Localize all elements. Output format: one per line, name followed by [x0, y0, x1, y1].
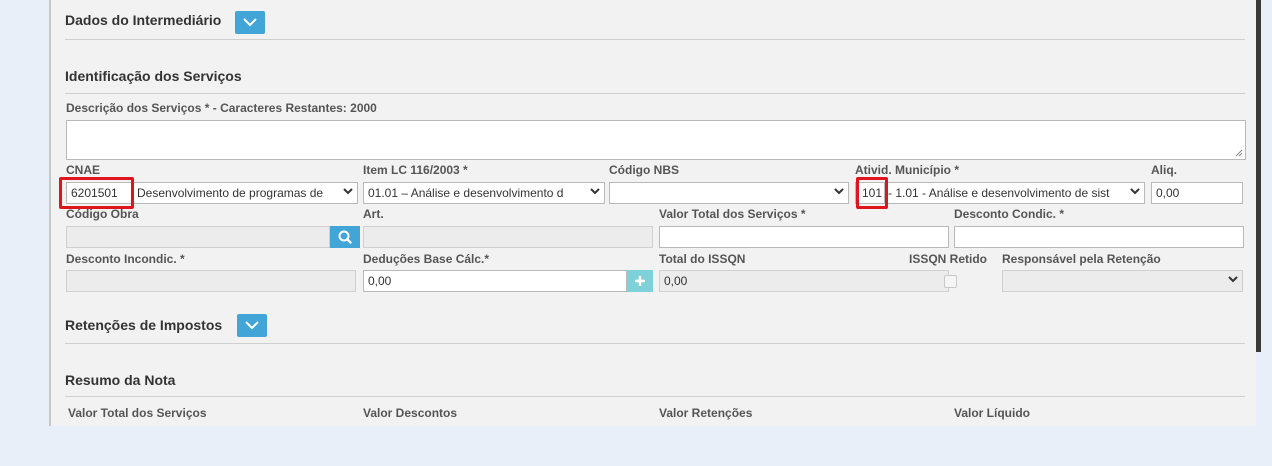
search-icon [338, 230, 352, 244]
cnae-select[interactable]: Desenvolvimento de programas de [132, 182, 358, 204]
resumo-col-descontos: Valor Descontos [363, 406, 458, 420]
panel-border [49, 0, 51, 426]
section-title-intermediario: Dados do Intermediário [65, 12, 222, 28]
deducoes-input[interactable]: 0,00 [363, 270, 627, 292]
item-lc-label: Item LC 116/2003 * [363, 163, 468, 177]
divider [65, 396, 1245, 397]
art-label: Art. [363, 207, 384, 221]
obra-label: Código Obra [66, 207, 139, 221]
resumo-col-liquido: Valor Líquido [954, 406, 1031, 420]
descricao-textarea[interactable] [66, 120, 1246, 160]
chevron-down-icon [834, 188, 844, 195]
total-issqn-label: Total do ISSQN [659, 252, 746, 266]
cnae-label: CNAE [66, 163, 101, 177]
add-deducao-button[interactable] [627, 270, 653, 292]
ativid-label: Ativid. Município * [855, 163, 959, 177]
toggle-retencoes-button[interactable] [237, 314, 267, 337]
divider [65, 93, 1245, 94]
divider [65, 343, 1245, 344]
ativid-highlight-box [856, 177, 888, 209]
aliq-label: Aliq. [1151, 163, 1177, 177]
nbs-select[interactable] [609, 182, 849, 204]
cnae-select-value: Desenvolvimento de programas de [137, 186, 324, 200]
plus-icon [635, 276, 645, 286]
descricao-label: Descrição dos Serviços * - Caracteres Re… [66, 101, 377, 115]
nbs-label: Código NBS [609, 163, 679, 177]
resumo-col-valor-total: Valor Total dos Serviços [68, 406, 207, 420]
cnae-highlight-box [59, 177, 134, 209]
chevron-down-icon [590, 188, 600, 195]
valor-total-input[interactable] [659, 226, 949, 248]
ativid-select-value: - 1.01 - Análise e desenvolvimento de si… [888, 186, 1110, 200]
chevron-down-icon [1130, 188, 1140, 195]
chevron-down-icon [243, 18, 257, 27]
desconto-incond-label: Desconto Incondic. * [66, 252, 185, 266]
desconto-cond-input[interactable] [954, 226, 1244, 248]
form-panel: Dados do Intermediário Identificação dos… [49, 0, 1256, 426]
responsavel-label: Responsável pela Retenção [1002, 252, 1161, 266]
resumo-col-retencoes: Valor Retenções [659, 406, 753, 420]
toggle-intermediario-button[interactable] [235, 11, 265, 34]
chevron-down-icon [1228, 276, 1238, 283]
valor-total-label: Valor Total dos Serviços * [659, 207, 806, 221]
section-title-resumo: Resumo da Nota [65, 372, 176, 388]
total-issqn-input: 0,00 [659, 270, 949, 292]
responsavel-select[interactable] [1002, 270, 1243, 292]
resize-handle-icon[interactable] [1235, 149, 1243, 157]
search-obra-button[interactable] [330, 226, 360, 248]
deducoes-label: Deduções Base Cálc.* [363, 252, 490, 266]
divider [65, 39, 1245, 40]
issqn-retido-checkbox[interactable] [944, 275, 957, 288]
section-title-servicos: Identificação dos Serviços [65, 68, 242, 84]
aliq-input[interactable]: 0,00 [1151, 182, 1243, 204]
section-title-retencoes: Retenções de Impostos [65, 317, 223, 333]
chevron-down-icon [343, 188, 353, 195]
desconto-cond-label: Desconto Condic. * [954, 207, 1065, 221]
item-lc-select-value: 01.01 – Análise e desenvolvimento d [368, 186, 564, 200]
obra-input [66, 226, 330, 248]
desconto-incond-input [66, 270, 356, 292]
chevron-down-icon [245, 321, 259, 330]
item-lc-select[interactable]: 01.01 – Análise e desenvolvimento d [363, 182, 605, 204]
scrollbar[interactable] [1256, 0, 1261, 352]
issqn-retido-label: ISSQN Retido [909, 252, 988, 266]
ativid-select[interactable]: - 1.01 - Análise e desenvolvimento de si… [885, 182, 1145, 204]
art-input [363, 226, 653, 248]
